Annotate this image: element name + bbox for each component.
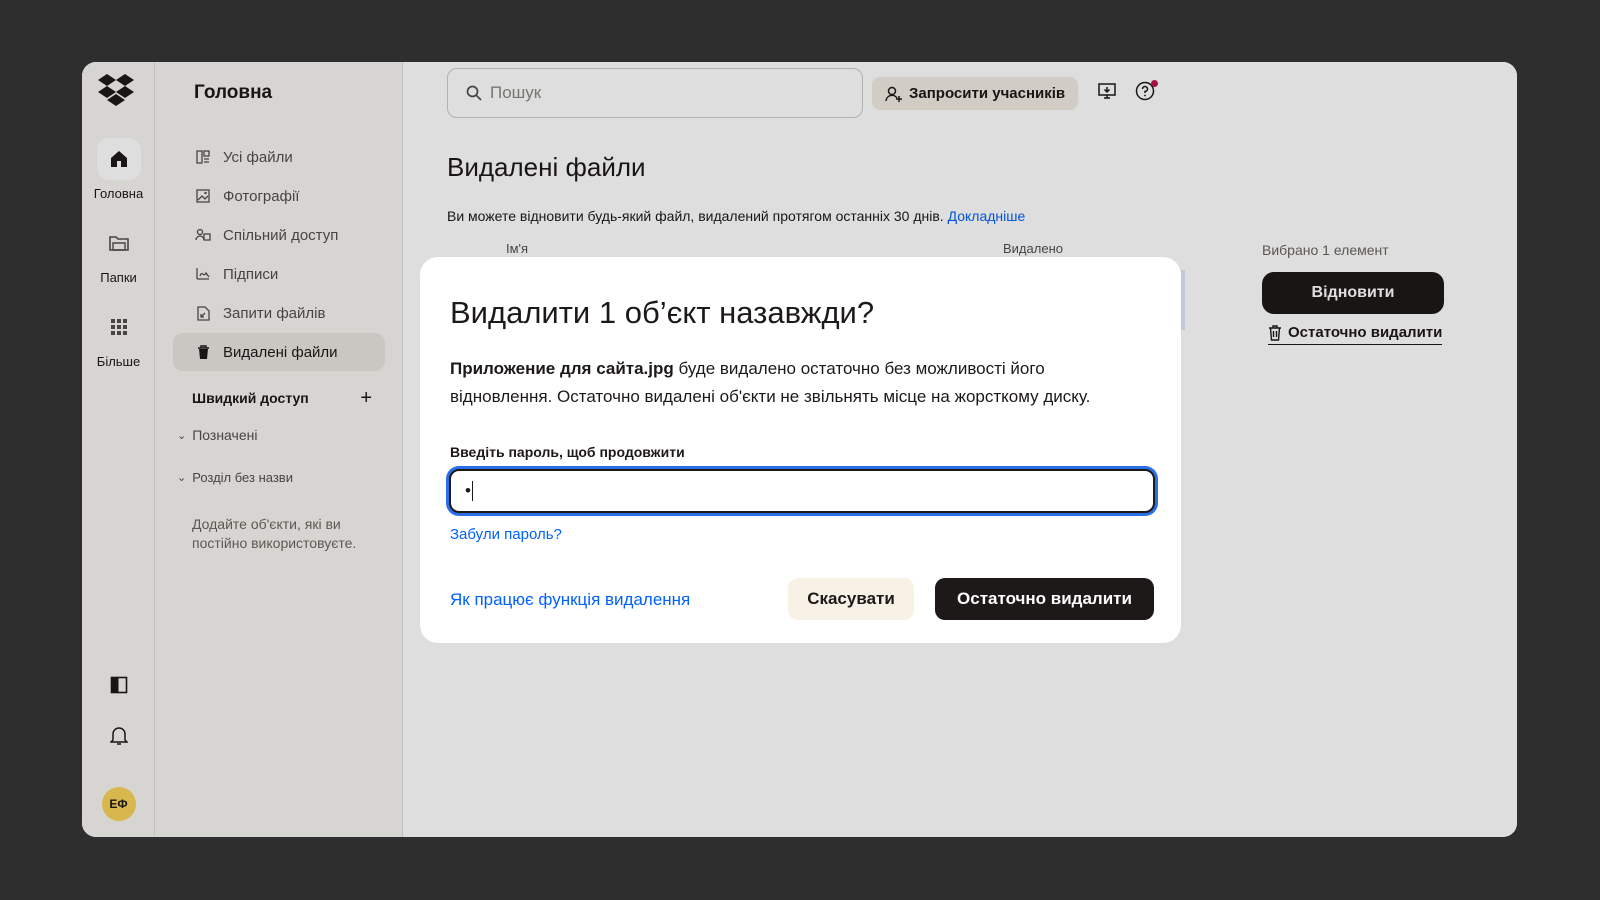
- search-input[interactable]: Пошук: [447, 68, 863, 118]
- nav-item-label: Усі файли: [223, 148, 293, 166]
- page-title: Видалені файли: [447, 152, 646, 182]
- help-button[interactable]: [1134, 80, 1158, 104]
- rail-item-home[interactable]: Головна: [82, 138, 155, 201]
- rail-item-label: Папки: [100, 270, 137, 285]
- nav-item-label: Видалені файли: [223, 343, 338, 361]
- how-deletion-works-link[interactable]: Як працює функція видалення: [450, 590, 690, 610]
- search-placeholder: Пошук: [490, 83, 542, 102]
- panel-toggle-button[interactable]: [82, 676, 155, 699]
- chevron-down-icon: ⌄: [177, 472, 187, 484]
- nav-item-file-requests[interactable]: Запити файлів: [173, 294, 385, 332]
- cancel-button[interactable]: Скасувати: [788, 578, 914, 620]
- add-quick-access-icon[interactable]: +: [360, 388, 372, 408]
- avatar: ЕФ: [101, 787, 136, 821]
- bell-icon: [108, 726, 129, 751]
- rail-item-label: Головна: [93, 186, 144, 201]
- restore-button[interactable]: Відновити: [1262, 272, 1444, 314]
- quick-access-hint: Додайте об'єкти, які ви постійно викорис…: [192, 516, 357, 551]
- nav-item-label: Запити файлів: [223, 304, 326, 322]
- permanently-delete-label: Остаточно видалити: [1288, 324, 1443, 341]
- nav-item-label: Спільний доступ: [223, 226, 339, 244]
- account-button[interactable]: ЕФ: [82, 787, 155, 821]
- nav-item-label: Фотографії: [223, 187, 300, 205]
- home-icon: [96, 138, 141, 180]
- section-untitled[interactable]: ⌄ Розділ без назви: [177, 470, 293, 485]
- description-text: Ви можете відновити будь-який файл, вида…: [447, 208, 944, 224]
- password-label: Введіть пароль, щоб продовжити: [450, 444, 685, 460]
- delete-confirm-dialog: Видалити 1 об’єкт назавжди? Приложение д…: [420, 257, 1181, 643]
- selection-count: Вибрано 1 елемент: [1262, 242, 1389, 258]
- page-description: Ви можете відновити будь-який файл, вида…: [447, 208, 1025, 224]
- column-header-deleted[interactable]: Видалено: [1003, 241, 1063, 256]
- quick-access-title: Швидкий доступ: [192, 390, 309, 406]
- section-starred[interactable]: ⌄ Позначені: [177, 427, 257, 443]
- nav-item-signatures[interactable]: Підписи: [173, 255, 385, 293]
- forgot-password-link[interactable]: Забули пароль?: [450, 526, 562, 543]
- panel-toggle-icon: [110, 676, 128, 699]
- shared-icon: [195, 227, 211, 243]
- permanently-delete-button[interactable]: Остаточно видалити: [935, 578, 1154, 620]
- password-value: •: [465, 481, 471, 500]
- column-header-name[interactable]: Ім'я: [506, 241, 528, 256]
- notifications-button[interactable]: [82, 726, 155, 751]
- invite-label: Запросити учасників: [909, 85, 1066, 102]
- rail-item-folders[interactable]: Папки: [82, 222, 155, 285]
- nav-panel: Головна Усі файли Фотографії Спільний до…: [155, 62, 403, 837]
- permanently-delete-link[interactable]: Остаточно видалити: [1268, 324, 1443, 345]
- learn-more-link[interactable]: Докладніше: [948, 208, 1026, 224]
- trash-icon: [195, 344, 211, 360]
- dropbox-logo-icon[interactable]: [98, 72, 134, 108]
- monitor-icon: [1098, 82, 1116, 105]
- grid-icon: [97, 306, 141, 348]
- nav-item-shared[interactable]: Спільний доступ: [173, 216, 385, 254]
- invite-members-button[interactable]: Запросити учасників: [872, 77, 1079, 110]
- dialog-message: Приложение для сайта.jpg буде видалено о…: [450, 355, 1150, 411]
- section-label: Розділ без назви: [192, 470, 293, 485]
- rail-item-label: Більше: [96, 354, 141, 369]
- folder-icon: [97, 222, 141, 264]
- nav-item-deleted-files[interactable]: Видалені файли: [173, 333, 385, 371]
- files-icon: [195, 149, 211, 165]
- notification-dot: [1151, 80, 1158, 87]
- quick-access-header: Швидкий доступ +: [192, 388, 372, 408]
- nav-title: Головна: [194, 82, 273, 103]
- photos-icon: [195, 188, 211, 204]
- app-rail: Головна Папки Більше ЕФ: [82, 62, 155, 837]
- trash-icon: [1268, 324, 1282, 341]
- text-caret: [471, 481, 473, 501]
- nav-item-all-files[interactable]: Усі файли: [173, 138, 385, 176]
- file-name: Приложение для сайта.jpg: [450, 359, 674, 378]
- nav-item-photos[interactable]: Фотографії: [173, 177, 385, 215]
- dialog-title: Видалити 1 об’єкт назавжди?: [450, 295, 875, 330]
- nav-list: Усі файли Фотографії Спільний доступ Під…: [173, 138, 385, 372]
- desktop-app-button[interactable]: [1096, 82, 1118, 104]
- section-label: Позначені: [192, 427, 258, 443]
- rail-item-more[interactable]: Більше: [82, 306, 155, 369]
- password-field[interactable]: •: [449, 469, 1155, 513]
- add-user-icon: [885, 86, 903, 102]
- chevron-down-icon: ⌄: [177, 429, 187, 442]
- search-icon: [466, 85, 482, 101]
- file-request-icon: [195, 305, 211, 321]
- nav-item-label: Підписи: [223, 265, 279, 283]
- signature-icon: [195, 266, 211, 282]
